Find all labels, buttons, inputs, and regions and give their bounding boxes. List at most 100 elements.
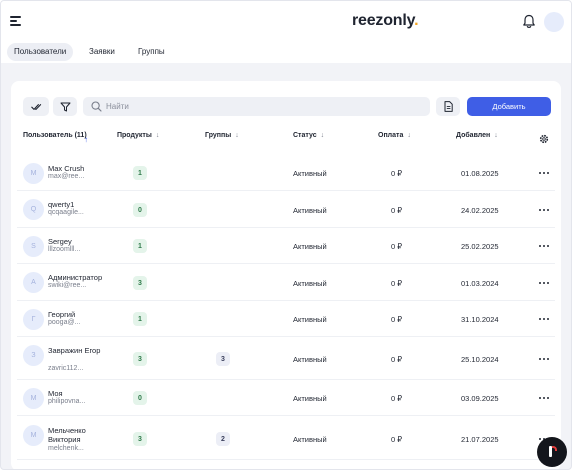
avatar: S	[23, 236, 44, 257]
products-count-badge: 0	[133, 203, 147, 217]
products-count-badge: 1	[133, 312, 147, 326]
payment-amount: 0 ₽	[391, 279, 403, 288]
added-date: 24.02.2025	[461, 206, 499, 215]
more-icon[interactable]	[539, 393, 549, 403]
column-label-groups: Группы	[205, 132, 232, 139]
column-header-products[interactable]: Продукты ↓	[117, 132, 159, 140]
added-date: 03.09.2025	[461, 394, 499, 403]
select-all-button[interactable]	[23, 97, 49, 116]
users-card: Добавить Пользователь (11) ↑ Продукты↓ Г…	[11, 81, 561, 469]
more-icon[interactable]	[539, 354, 549, 364]
user-name: Георгий	[48, 310, 76, 319]
user-avatar[interactable]	[544, 12, 564, 32]
filter-button[interactable]	[53, 97, 77, 116]
user-name: Max Crush	[48, 164, 85, 173]
search-box	[83, 97, 430, 116]
menu-icon[interactable]	[10, 16, 21, 26]
tab-bar: Пользователи Заявки Группы	[1, 41, 571, 63]
filter-icon	[60, 102, 70, 111]
user-email: philipovna...	[48, 398, 86, 405]
payment-amount: 0 ₽	[391, 242, 403, 251]
logo[interactable]: reezonly.	[352, 12, 419, 30]
sort-down-icon: ↓	[320, 132, 325, 139]
column-header-groups[interactable]: Группы ↓	[205, 132, 239, 140]
status-text: Активный	[293, 279, 327, 288]
column-header-payment[interactable]: Оплата ↓	[378, 132, 411, 140]
payment-amount: 0 ₽	[391, 169, 403, 178]
sort-down-icon: ↓	[235, 132, 239, 139]
added-date: 25.02.2025	[461, 242, 499, 251]
more-icon[interactable]	[539, 278, 549, 288]
status-text: Активный	[293, 242, 327, 251]
user-email: pooga@...	[48, 319, 81, 326]
table-row[interactable]: M Max Crush max@ree... 1 Активный 0 ₽ 01…	[11, 155, 561, 191]
products-count-badge: 3	[133, 432, 147, 446]
added-date: 31.10.2024	[461, 315, 499, 324]
settings-icon[interactable]	[539, 134, 549, 144]
user-name: qwerty1	[48, 200, 75, 209]
document-icon	[444, 101, 453, 112]
table-row[interactable]: S Sergey lllzoomlll... 1 Активный 0 ₽ 25…	[11, 228, 561, 264]
sort-down-icon: ↓	[494, 132, 498, 139]
tab-requests[interactable]: Заявки	[82, 43, 122, 61]
avatar: З	[23, 345, 44, 366]
table-row[interactable]: Г Георгий pooga@... 1 Активный 0 ₽ 31.10…	[11, 301, 561, 337]
more-icon[interactable]	[539, 314, 549, 324]
avatar: А	[23, 272, 44, 293]
added-date: 01.03.2024	[461, 279, 499, 288]
sort-down-icon: ↓	[155, 132, 160, 139]
help-chat-button[interactable]	[537, 437, 567, 467]
top-bar: reezonly.	[1, 1, 571, 41]
more-icon[interactable]	[539, 168, 549, 178]
column-label-added: Добавлен	[456, 132, 491, 139]
user-name: Завражин Егор	[48, 346, 101, 355]
status-text: Активный	[293, 206, 327, 215]
column-header-status[interactable]: Статус ↓	[293, 132, 324, 140]
export-button[interactable]	[436, 97, 460, 116]
user-name: Sergey	[48, 237, 72, 246]
table-row[interactable]: А Администратор swiki@ree... 3 Активный …	[11, 264, 561, 301]
payment-amount: 0 ₽	[391, 315, 403, 324]
tab-groups[interactable]: Группы	[131, 43, 172, 61]
column-label-status: Статус	[293, 132, 317, 139]
sort-up-icon[interactable]: ↑	[84, 135, 88, 144]
status-text: Активный	[293, 315, 327, 324]
table-row[interactable]: Q qwerty1 qcqaagile... 0 Активный 0 ₽ 24…	[11, 191, 561, 228]
products-count-badge: 3	[133, 276, 147, 290]
app-frame: reezonly. Пользователи Заявки Группы Доб…	[0, 0, 572, 470]
tab-users[interactable]: Пользователи	[7, 43, 74, 61]
column-label-products: Продукты	[117, 132, 152, 139]
products-count-badge: 1	[133, 239, 147, 253]
user-email: zavric112...	[48, 365, 84, 372]
check-double-icon	[30, 103, 41, 110]
row-divider	[17, 459, 555, 460]
added-date: 21.07.2025	[461, 435, 499, 444]
more-icon[interactable]	[539, 241, 549, 251]
user-email: max@ree...	[48, 173, 85, 180]
table-row[interactable]: З Завражин Егор zavric112... 3 3 Активны…	[11, 337, 561, 380]
products-count-badge: 1	[133, 166, 147, 180]
added-date: 25.10.2024	[461, 355, 499, 364]
search-icon	[91, 101, 102, 112]
more-icon[interactable]	[539, 205, 549, 215]
bell-icon[interactable]	[522, 14, 536, 29]
search-input[interactable]	[106, 97, 422, 116]
user-email: qcqaagile...	[48, 209, 84, 216]
logo-text: reezonly	[352, 12, 415, 29]
column-header-added[interactable]: Добавлен ↓	[456, 132, 498, 140]
payment-amount: 0 ₽	[391, 206, 403, 215]
table-row[interactable]: М Мельченко Виктория melchenk... 3 2 Акт…	[11, 416, 561, 460]
column-label-payment: Оплата	[378, 132, 404, 139]
sort-down-icon: ↓	[407, 132, 411, 139]
avatar: Г	[23, 309, 44, 330]
avatar: М	[23, 425, 44, 446]
add-user-button[interactable]: Добавить	[467, 97, 551, 116]
column-label-user: Пользователь (11)	[23, 132, 87, 139]
payment-amount: 0 ₽	[391, 435, 403, 444]
status-text: Активный	[293, 169, 327, 178]
user-email: melchenk...	[48, 445, 84, 452]
user-name: Администратор	[48, 273, 103, 282]
help-icon-accent	[552, 446, 557, 451]
table-row[interactable]: М Моя philipovna... 0 Активный 0 ₽ 03.09…	[11, 380, 561, 416]
column-header-user[interactable]: Пользователь (11)	[23, 132, 93, 140]
